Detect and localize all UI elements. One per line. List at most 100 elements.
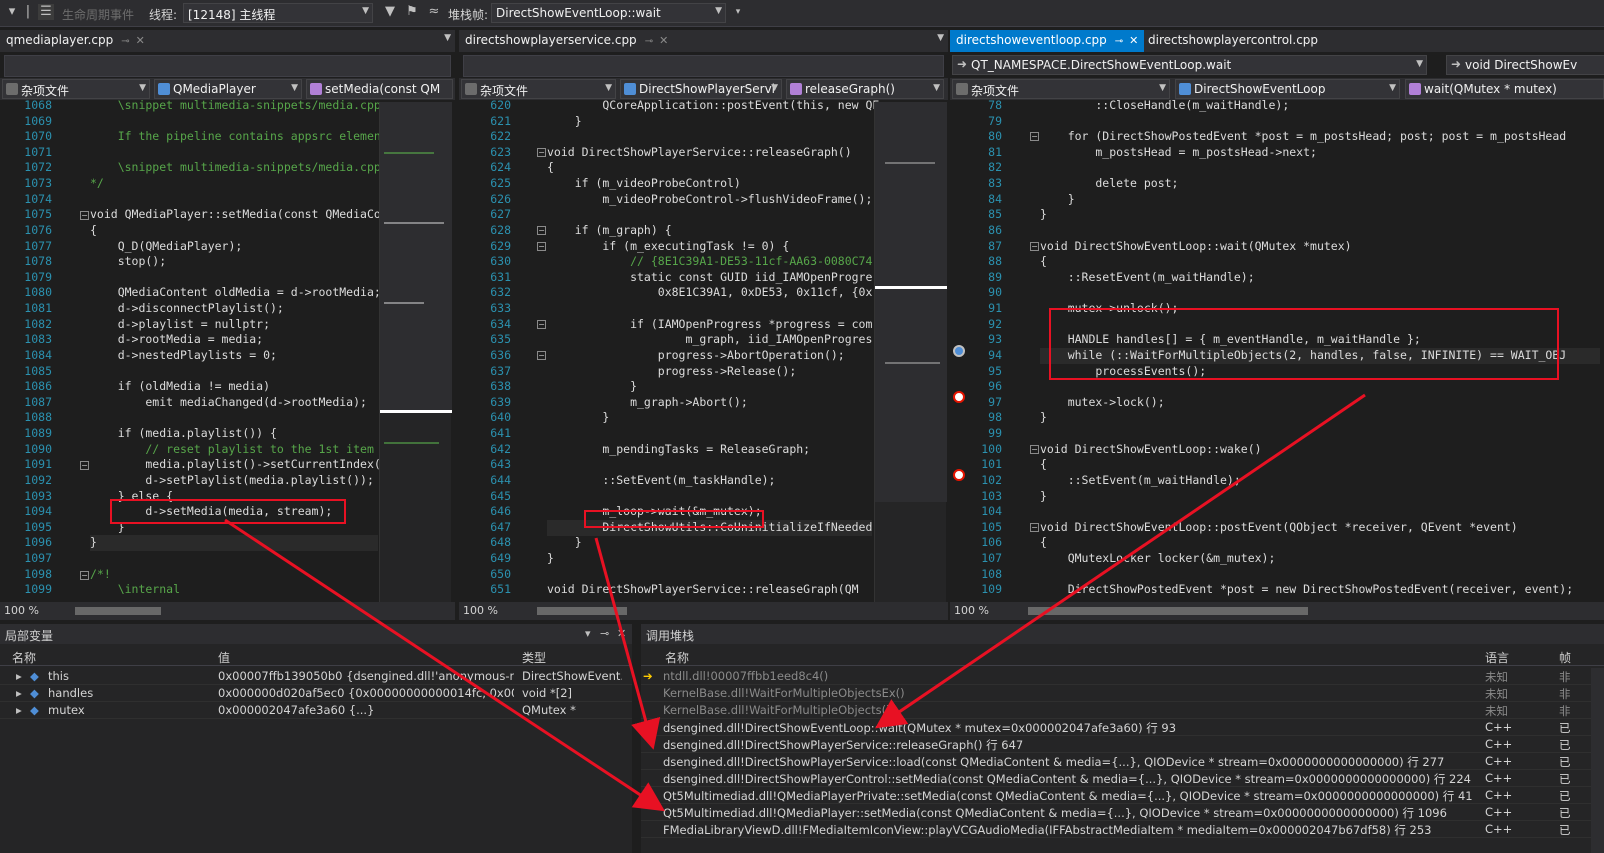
expand-icon[interactable]: ▸: [16, 703, 22, 717]
code-line: // {8E1C39A1-DE53-11cf-AA63-0080C74: [547, 254, 873, 268]
callstack-row[interactable]: dsengined.dll!DirectShowPlayerService::l…: [641, 753, 1604, 770]
expand-icon[interactable]: ▸: [16, 669, 22, 683]
zoom-level[interactable]: 100 %: [954, 604, 989, 617]
scope-bar-box[interactable]: [4, 55, 451, 77]
code-line: }: [1040, 192, 1075, 206]
flag-icon[interactable]: ⚑: [404, 4, 420, 20]
zoom-level[interactable]: 100 %: [463, 604, 498, 617]
code-area[interactable]: 1068 1069 1070 1071 1072 1073 1074 1075 …: [0, 98, 381, 602]
line-number: 105: [981, 520, 1002, 534]
line-number: 1099: [24, 582, 52, 596]
pin-icon[interactable]: ⊸: [600, 627, 609, 640]
line-number: 80: [988, 129, 1002, 143]
close-icon[interactable]: ✕: [659, 34, 668, 47]
column-header-type[interactable]: 类型: [522, 649, 546, 666]
member-select[interactable]: wait(QMutex * mutex): [1405, 79, 1604, 99]
dropdown-arrow-icon[interactable]: ▾: [4, 4, 20, 20]
member-select[interactable]: releaseGraph() ▼: [786, 79, 944, 99]
class-select[interactable]: DirectShowPlayerServi ▼: [620, 79, 782, 99]
pin-icon[interactable]: ⊸: [1115, 36, 1123, 47]
horizontal-scrollbar[interactable]: [537, 607, 627, 615]
class-select[interactable]: QMediaPlayer ▼: [154, 79, 302, 99]
table-row[interactable]: ▸ ◆ handles 0x000000d020af5ec0 {0x000000…: [0, 685, 632, 702]
chevron-down-icon[interactable]: ▾: [585, 627, 591, 640]
column-header-value[interactable]: 值: [218, 649, 230, 666]
class-select[interactable]: DirectShowEventLoop ▼: [1175, 79, 1400, 99]
collapse-icon[interactable]: −: [80, 571, 89, 580]
frame-tag: 已: [1559, 772, 1571, 786]
callstack-row[interactable]: KernelBase.dll!WaitForMultipleObjects() …: [641, 702, 1604, 719]
callstack-row[interactable]: ➔ ntdll.dll!00007ffbb1eed8c4() 未知 非: [641, 668, 1604, 685]
code-area[interactable]: 620 621 622 623 624 625 626 627 628 629 …: [459, 98, 900, 602]
close-icon[interactable]: ✕: [617, 627, 626, 640]
vertical-scrollbar[interactable]: [1591, 668, 1604, 853]
callstack-row[interactable]: Qt5Multimediad.dll!QMediaPlayerPrivate::…: [641, 787, 1604, 804]
navigation-bar: 杂项文件 ▼ DirectShowEventLoop ▼ wait(QMutex *…: [950, 78, 1604, 100]
chevron-down-icon: ▼: [715, 6, 722, 16]
line-number: 102: [981, 473, 1002, 487]
column-header-language[interactable]: 语言: [1485, 649, 1509, 666]
expand-icon[interactable]: ▸: [16, 686, 22, 700]
code-area[interactable]: 78 79 80 81 82 83 84 85 86 87 88 89 90 9…: [950, 98, 1604, 602]
callstack-row[interactable]: dsengined.dll!DirectShowPlayerControl::s…: [641, 770, 1604, 787]
zoom-level[interactable]: 100 %: [4, 604, 39, 617]
tab-directshowplayercontrol-cpp[interactable]: directshowplayercontrol.cpp: [1142, 30, 1324, 52]
collapse-icon[interactable]: −: [537, 351, 546, 360]
minimap[interactable]: [874, 102, 947, 620]
line-number: 623: [490, 145, 511, 159]
collapse-icon[interactable]: −: [537, 148, 546, 157]
collapse-icon[interactable]: −: [537, 242, 546, 251]
tab-directshoweventloop-cpp[interactable]: directshoweventloop.cpp ⊸ ✕: [950, 30, 1145, 52]
collapse-icon[interactable]: −: [80, 461, 89, 470]
filter-icon[interactable]: ▼: [382, 4, 398, 20]
thread-select[interactable]: [12148] 主线程 ▼: [183, 3, 373, 23]
column-header-name[interactable]: 名称: [12, 649, 36, 666]
lifecycle-events-icon[interactable]: ☰: [38, 4, 54, 20]
pin-icon[interactable]: ⊸: [645, 36, 653, 47]
collapse-icon[interactable]: −: [537, 226, 546, 235]
column-header-frame[interactable]: 帧: [1559, 649, 1571, 666]
stackframe-select[interactable]: DirectShowEventLoop::wait ▼: [491, 3, 726, 23]
callstack-row[interactable]: ↪ dsengined.dll!DirectShowEventLoop::wai…: [641, 719, 1604, 736]
callstack-row[interactable]: Qt5Multimediad.dll!QMediaPlayer::setMedi…: [641, 804, 1604, 821]
tab-qmediaplayer-cpp[interactable]: qmediaplayer.cpp ⊸ ✕: [0, 30, 151, 52]
line-number: 1077: [24, 239, 52, 253]
table-row[interactable]: ▸ ◆ mutex 0x000002047afe3a60 {...} QMute…: [0, 702, 632, 719]
callstack-row[interactable]: FMediaLibraryViewD.dll!FMediaItemIconVie…: [641, 821, 1604, 838]
collapse-icon[interactable]: −: [80, 211, 89, 220]
frame-name: Qt5Multimediad.dll!QMediaPlayer::setMedi…: [663, 806, 1447, 820]
tab-directshowplayerservice-cpp[interactable]: directshowplayerservice.cpp ⊸ ✕: [459, 30, 674, 52]
lifecycle-events-label[interactable]: 生命周期事件: [62, 6, 134, 23]
table-row[interactable]: ▸ ◆ this 0x00007ffb139050b0 {dsengined.d…: [0, 668, 632, 685]
callstack-row[interactable]: dsengined.dll!DirectShowPlayerService::r…: [641, 736, 1604, 753]
collapse-icon[interactable]: −: [537, 320, 546, 329]
overflow-icon[interactable]: ▾: [730, 4, 746, 20]
horizontal-scrollbar[interactable]: [1028, 607, 1308, 615]
collapse-icon[interactable]: −: [1030, 523, 1039, 532]
tab-list-dropdown-icon[interactable]: ▼: [937, 33, 944, 43]
callstack-row[interactable]: KernelBase.dll!WaitForMultipleObjectsEx(…: [641, 685, 1604, 702]
scope-member-select[interactable]: ➜ void DirectShowEv: [1446, 55, 1604, 75]
thread-flag-icon[interactable]: ≈: [426, 4, 442, 20]
line-number: 83: [988, 176, 1002, 190]
collapse-icon[interactable]: −: [1030, 242, 1039, 251]
minimap[interactable]: [379, 102, 452, 620]
scope-select[interactable]: ➜ QT_NAMESPACE.DirectShowEventLoop.wait ▼: [952, 55, 1427, 75]
horizontal-scrollbar[interactable]: [75, 607, 161, 615]
project-select[interactable]: 杂项文件 ▼: [952, 79, 1170, 99]
scope-bar-box[interactable]: [463, 55, 944, 77]
member-select[interactable]: setMedia(const QM: [306, 79, 453, 99]
pin-icon[interactable]: ⊸: [121, 36, 129, 47]
project-select[interactable]: 杂项文件 ▼: [461, 79, 616, 99]
code-line: void DirectShowEventLoop::wake(): [1040, 442, 1262, 456]
project-select[interactable]: 杂项文件 ▼: [2, 79, 150, 99]
collapse-icon[interactable]: −: [1030, 445, 1039, 454]
collapse-icon[interactable]: −: [1030, 132, 1039, 141]
locals-panel: 局部变量 ▾ ⊸ ✕ 名称 值 类型 ▸ ◆ this 0x00007ffb13…: [0, 624, 632, 853]
tab-list-dropdown-icon[interactable]: ▼: [444, 33, 451, 43]
code-line: progress->Release();: [547, 364, 797, 378]
column-header-name[interactable]: 名称: [665, 649, 689, 666]
close-icon[interactable]: ✕: [136, 34, 145, 47]
close-icon[interactable]: ✕: [1129, 34, 1138, 47]
code-line: \snippet multimedia-snippets/media.cpp: [90, 98, 381, 112]
